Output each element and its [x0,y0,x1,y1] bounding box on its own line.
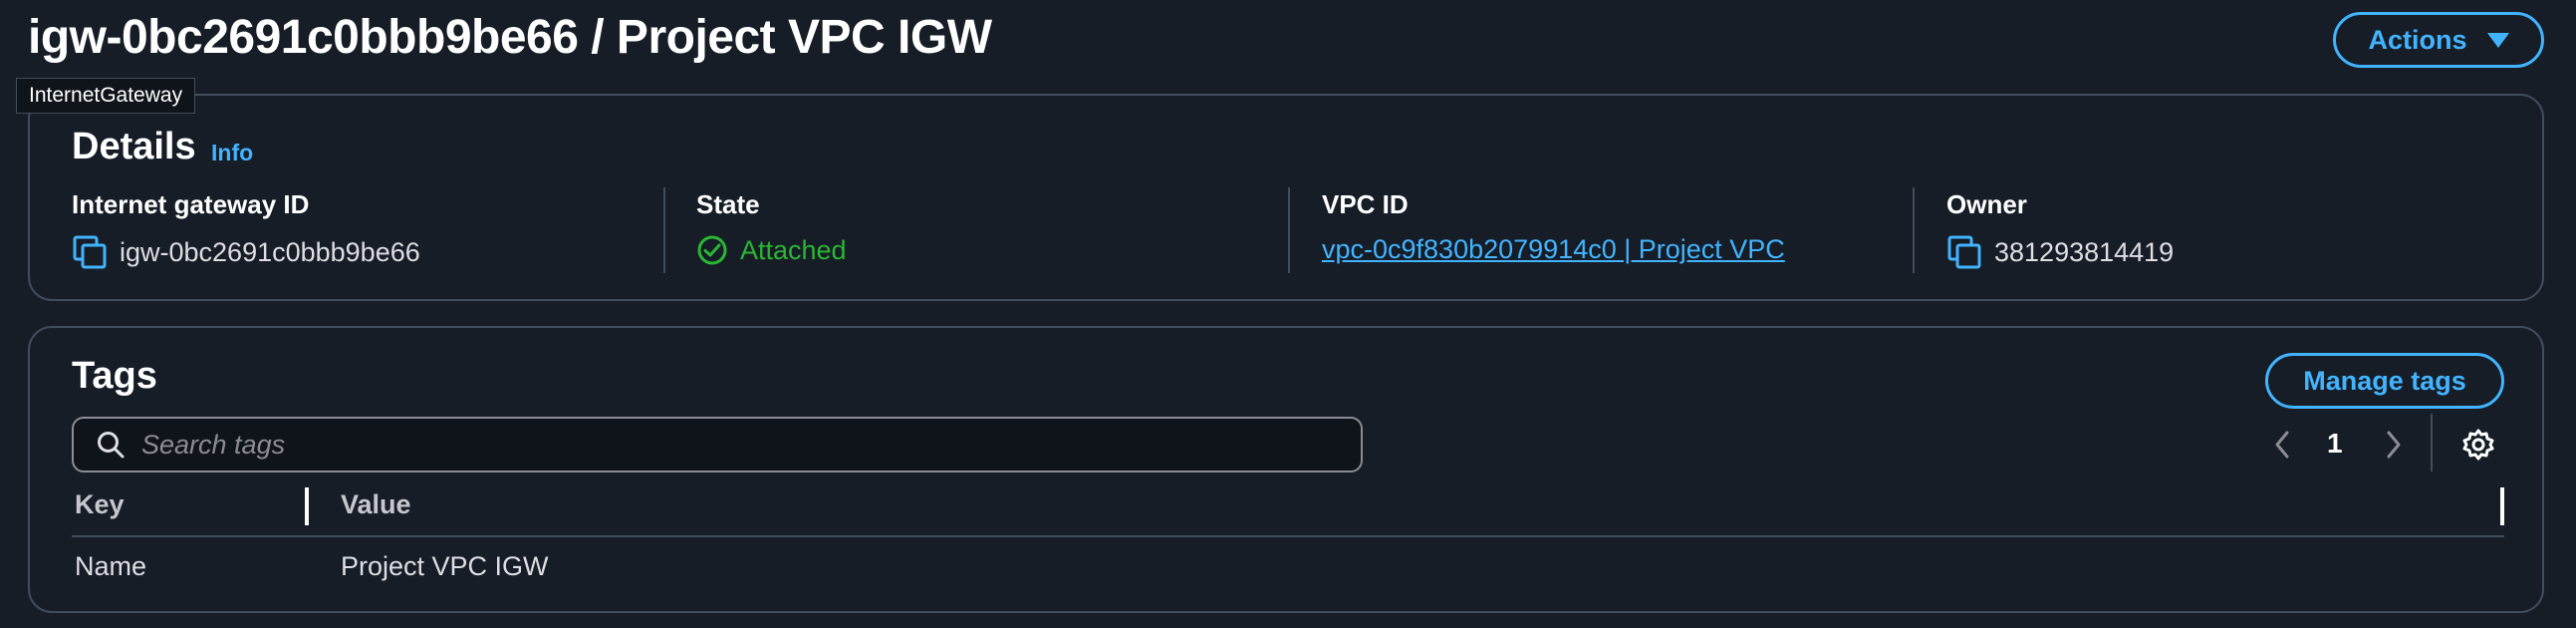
column-header-value[interactable]: Value [341,489,411,520]
field-owner: Owner 381293814419 [1946,189,2174,289]
copy-icon[interactable] [72,234,108,270]
info-link[interactable]: Info [211,140,253,166]
chevron-left-icon [2275,431,2289,459]
chevron-right-icon [2387,431,2401,459]
vpc-id-link[interactable]: vpc-0c9f830b2079914c0 | Project VPC [1322,234,1785,265]
preferences-button[interactable] [2460,417,2496,472]
internet-gateway-id-value: igw-0bc2691c0bbb9be66 [120,236,420,267]
tag-key-cell: Name [75,551,147,581]
tag-value-cell: Project VPC IGW [341,551,549,581]
manage-tags-button[interactable]: Manage tags [2265,353,2504,409]
page-number[interactable]: 1 [2327,428,2343,460]
copy-icon[interactable] [1946,234,1982,270]
column-divider [1288,187,1290,273]
field-vpc-id: VPC ID vpc-0c9f830b2079914c0 | Project V… [1322,189,1785,289]
details-container: Details Info Internet gateway ID igw-0bc… [28,94,2544,301]
actions-button[interactable]: Actions [2333,12,2544,68]
next-page-button[interactable] [2381,417,2407,472]
column-divider [663,187,665,273]
state-value: Attached [740,234,847,265]
field-label: State [696,189,760,219]
search-tags-input[interactable] [141,429,1317,461]
tags-container: Tags Manage tags 1 [28,326,2544,613]
field-label: VPC ID [1322,189,1409,219]
previous-page-button[interactable] [2269,417,2295,472]
field-internet-gateway-id: Internet gateway ID igw-0bc2691c0bbb9be6… [72,189,420,289]
field-label: Internet gateway ID [72,189,310,219]
igw-detail-page: igw-0bc2691c0bbb9be66 / Project VPC IGW … [0,0,2576,628]
details-title: Details [72,126,196,167]
search-icon [98,432,125,459]
owner-value: 381293814419 [1994,236,2175,267]
actions-label: Actions [2368,24,2467,55]
column-divider [1913,187,1915,273]
field-state: State Attached [696,189,847,289]
page-title: igw-0bc2691c0bbb9be66 / Project VPC IGW [28,11,992,64]
check-circle-icon [697,235,727,265]
pager-divider [2431,414,2433,471]
field-label: Owner [1946,189,2027,219]
tags-title: Tags [72,355,157,397]
column-resize-handle[interactable] [305,487,309,525]
column-header-key[interactable]: Key [75,489,125,520]
search-tags-field[interactable] [72,417,1363,472]
gear-icon [2462,429,2494,461]
caret-down-icon [2486,32,2509,48]
resource-type-tooltip: InternetGateway [16,78,196,114]
table-header-divider [72,535,2504,537]
column-resize-handle[interactable] [2500,487,2504,525]
